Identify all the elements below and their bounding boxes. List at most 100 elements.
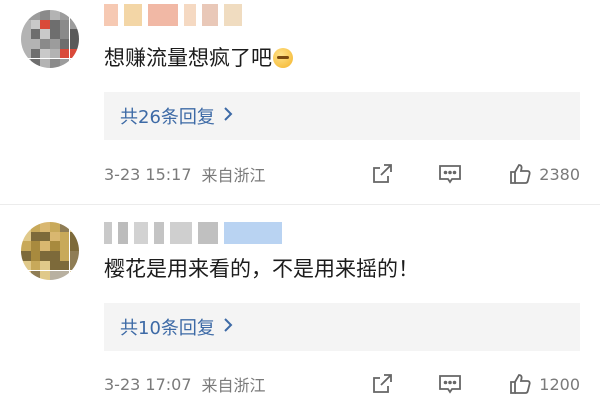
avatar-pixel — [30, 241, 41, 252]
avatar-pixel — [21, 39, 31, 49]
replies-expander[interactable]: 共10条回复 — [104, 303, 580, 351]
avatar-pixel — [69, 39, 79, 49]
avatar-pixel — [50, 270, 60, 280]
avatar-pixel — [40, 222, 51, 232]
avatar-pixel — [40, 10, 51, 20]
comment-text: 樱花是用来看的，不是用来摇的！ — [104, 255, 419, 283]
avatar-pixel — [69, 260, 79, 271]
comment-actions: 1200 — [369, 370, 580, 398]
comment-meta: 3-23 15:17 来自浙江 2380 — [104, 160, 580, 188]
like-count: 1200 — [539, 374, 580, 394]
avatar[interactable] — [21, 222, 79, 280]
comment-text-body: 樱花是用来看的，不是用来摇的！ — [104, 257, 419, 281]
avatar-pixel — [21, 10, 31, 20]
avatar-pixel — [69, 251, 79, 261]
avatar-pixel — [21, 48, 31, 59]
avatar-pixel — [30, 29, 41, 40]
avatar-pixel — [59, 19, 70, 30]
avatar-pixel — [30, 231, 41, 242]
avatar-pixel — [40, 48, 51, 59]
like-count: 2380 — [539, 164, 580, 184]
avatar-pixel — [69, 10, 79, 20]
smirk-emoji-icon — [273, 48, 293, 68]
avatar-pixel — [30, 251, 41, 261]
avatar-pixel — [30, 260, 41, 271]
avatar-pixel — [21, 19, 31, 30]
avatar-pixel — [30, 48, 41, 59]
username-blurred[interactable] — [104, 4, 242, 26]
like-button[interactable]: 2380 — [507, 161, 580, 187]
replies-count-label: 共10条回复 — [120, 318, 215, 339]
avatar-pixel — [59, 231, 70, 242]
avatar-pixel — [59, 39, 70, 49]
avatar-pixel — [69, 222, 79, 232]
avatar-pixel — [59, 270, 70, 280]
location: 来自浙江 — [201, 166, 266, 185]
avatar-pixel — [69, 48, 79, 59]
avatar-pixel — [40, 260, 51, 271]
avatar-pixel — [69, 19, 79, 30]
avatar-pixel — [69, 241, 79, 252]
avatar-pixel — [50, 222, 60, 232]
avatar-pixel — [50, 241, 60, 252]
like-button[interactable]: 1200 — [507, 371, 580, 397]
thumbs-up-icon — [507, 371, 533, 397]
timestamp: 3-23 15:17 — [104, 164, 192, 184]
avatar-pixel — [59, 29, 70, 40]
share-icon[interactable] — [369, 161, 395, 187]
comment-actions: 2380 — [369, 160, 580, 188]
avatar-pixel — [30, 270, 41, 280]
comment-text-body: 想赚流量想疯了吧 — [104, 46, 272, 70]
avatar-pixel — [30, 58, 41, 68]
comment-icon[interactable] — [437, 371, 463, 397]
avatar-pixel — [59, 58, 70, 68]
avatar-pixel — [21, 58, 31, 68]
comment-icon[interactable] — [437, 161, 463, 187]
share-icon[interactable] — [369, 371, 395, 397]
avatar-pixel — [59, 241, 70, 252]
thumbs-up-icon — [507, 161, 533, 187]
avatar-pixel — [50, 231, 60, 242]
avatar-pixel — [50, 48, 60, 59]
comment-item: 想赚流量想疯了吧 共26条回复 3-23 15:17 来自浙江 2380 — [0, 0, 600, 205]
avatar-pixel — [59, 251, 70, 261]
avatar-pixel — [40, 270, 51, 280]
avatar-pixel — [21, 241, 31, 252]
timestamp: 3-23 17:07 — [104, 374, 192, 394]
avatar-pixel — [30, 222, 41, 232]
avatar-pixel — [59, 48, 70, 59]
avatar-pixel — [50, 10, 60, 20]
replies-count-label: 共26条回复 — [120, 107, 215, 128]
avatar-pixel — [21, 231, 31, 242]
avatar-pixel — [59, 260, 70, 271]
avatar-pixel — [21, 260, 31, 271]
comment-text: 想赚流量想疯了吧 — [104, 44, 293, 72]
avatar-pixel — [59, 222, 70, 232]
avatar-pixel — [21, 29, 31, 40]
avatar-pixel — [30, 39, 41, 49]
avatar-pixel — [21, 270, 31, 280]
avatar-pixel — [50, 260, 60, 271]
avatar-pixel — [40, 241, 51, 252]
replies-expander[interactable]: 共26条回复 — [104, 92, 580, 140]
avatar-pixel — [69, 29, 79, 40]
location: 来自浙江 — [201, 376, 266, 395]
avatar-pixel — [50, 29, 60, 40]
avatar-pixel — [40, 251, 51, 261]
avatar-pixel — [69, 58, 79, 68]
avatar-pixel — [50, 39, 60, 49]
avatar-pixel — [30, 10, 41, 20]
avatar-pixel — [69, 270, 79, 280]
avatar-pixel — [50, 19, 60, 30]
avatar-pixel — [21, 251, 31, 261]
username-blurred[interactable] — [104, 222, 282, 244]
avatar-pixel — [59, 10, 70, 20]
comment-item: 樱花是用来看的，不是用来摇的！ 共10条回复 3-23 17:07 来自浙江 1… — [0, 205, 600, 409]
avatar-pixel — [40, 58, 51, 68]
avatar[interactable] — [21, 10, 79, 68]
chevron-right-icon — [223, 317, 233, 338]
comment-meta: 3-23 17:07 来自浙江 1200 — [104, 370, 580, 398]
avatar-pixel — [40, 19, 51, 30]
chevron-right-icon — [223, 106, 233, 127]
avatar-pixel — [40, 39, 51, 49]
